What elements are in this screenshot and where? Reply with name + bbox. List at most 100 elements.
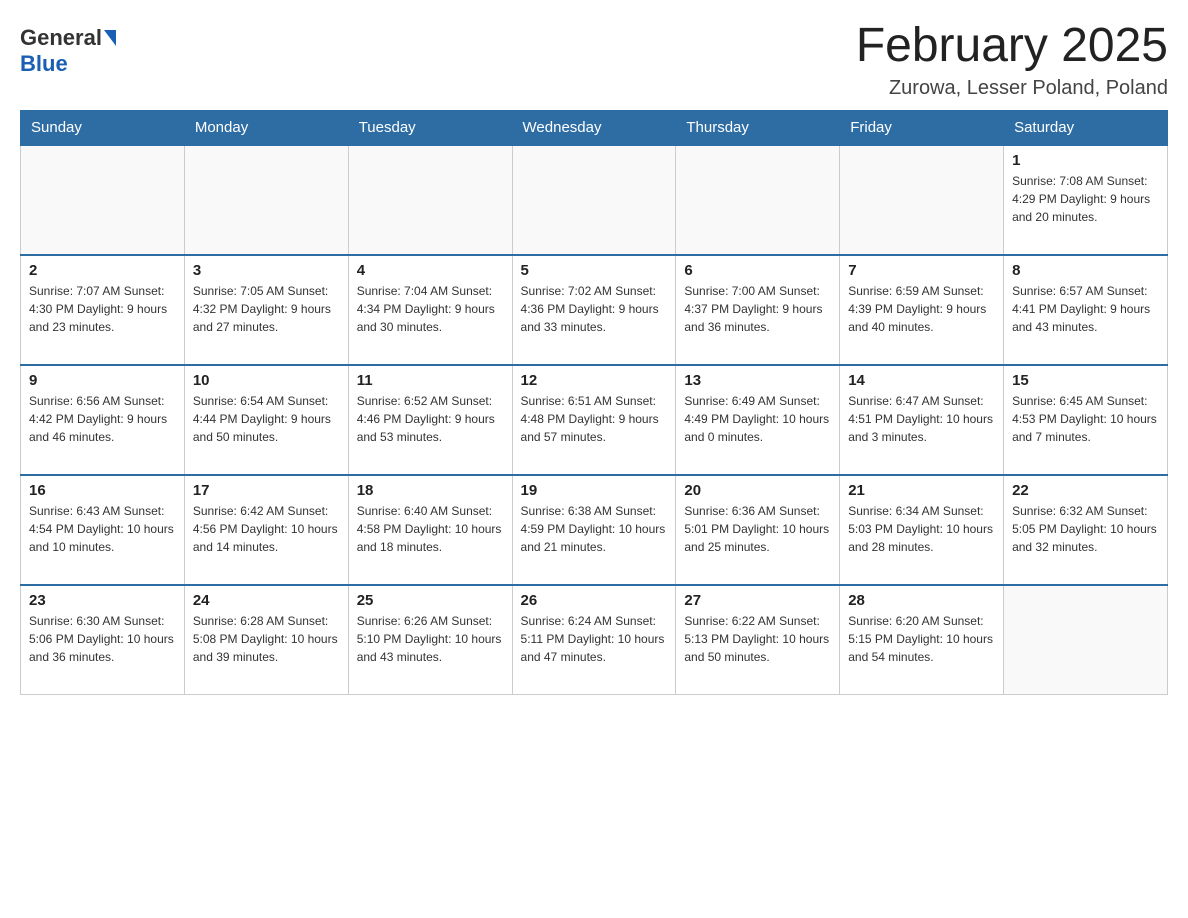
day-number: 13: [684, 372, 831, 389]
calendar-cell: 19 Sunrise: 6:38 AM Sunset: 4:59 PM Dayli…: [512, 475, 676, 585]
day-info: Sunrise: 7:07 AM Sunset: 4:30 PM Dayligh…: [29, 282, 176, 336]
day-info: Sunrise: 6:38 AM Sunset: 4:59 PM Dayligh…: [521, 502, 668, 556]
calendar-cell: 27 Sunrise: 6:22 AM Sunset: 5:13 PM Dayli…: [676, 585, 840, 695]
day-number: 21: [848, 482, 995, 499]
day-number: 18: [357, 482, 504, 499]
calendar-cell: 11 Sunrise: 6:52 AM Sunset: 4:46 PM Dayli…: [348, 365, 512, 475]
day-info: Sunrise: 6:30 AM Sunset: 5:06 PM Dayligh…: [29, 612, 176, 666]
page-header: General Blue February 2025 Zurowa, Lesse…: [20, 20, 1168, 100]
calendar-cell: 28 Sunrise: 6:20 AM Sunset: 5:15 PM Dayli…: [840, 585, 1004, 695]
day-number: 14: [848, 372, 995, 389]
day-info: Sunrise: 6:49 AM Sunset: 4:49 PM Dayligh…: [684, 392, 831, 446]
day-info: Sunrise: 6:59 AM Sunset: 4:39 PM Dayligh…: [848, 282, 995, 336]
calendar-cell: 8 Sunrise: 6:57 AM Sunset: 4:41 PM Daylig…: [1004, 255, 1168, 365]
calendar-cell: [676, 145, 840, 255]
logo: General Blue: [20, 20, 116, 77]
day-number: 8: [1012, 262, 1159, 279]
calendar-cell: 10Sunrise: 6:54 AM Sunset: 4:44 PM Dayli…: [184, 365, 348, 475]
day-number: 6: [684, 262, 831, 279]
day-number: 17: [193, 482, 340, 499]
day-number: 15: [1012, 372, 1159, 389]
day-number: 4: [357, 262, 504, 279]
day-info: Sunrise: 6:32 AM Sunset: 5:05 PM Dayligh…: [1012, 502, 1159, 556]
calendar-cell: 14 Sunrise: 6:47 AM Sunset: 4:51 PM Dayli…: [840, 365, 1004, 475]
day-number: 2: [29, 262, 176, 279]
logo-general: General: [20, 25, 102, 51]
day-info: Sunrise: 6:34 AM Sunset: 5:03 PM Dayligh…: [848, 502, 995, 556]
calendar-cell: 4 Sunrise: 7:04 AM Sunset: 4:34 PM Daylig…: [348, 255, 512, 365]
calendar-cell: 17Sunrise: 6:42 AM Sunset: 4:56 PM Dayli…: [184, 475, 348, 585]
calendar-cell: 24Sunrise: 6:28 AM Sunset: 5:08 PM Dayli…: [184, 585, 348, 695]
day-info: Sunrise: 6:40 AM Sunset: 4:58 PM Dayligh…: [357, 502, 504, 556]
calendar-cell: [21, 145, 185, 255]
calendar-week-5: 23 Sunrise: 6:30 AM Sunset: 5:06 PM Dayli…: [21, 585, 1168, 695]
location-title: Zurowa, Lesser Poland, Poland: [856, 77, 1168, 100]
calendar-cell: 22Sunrise: 6:32 AM Sunset: 5:05 PM Dayli…: [1004, 475, 1168, 585]
day-info: Sunrise: 7:00 AM Sunset: 4:37 PM Dayligh…: [684, 282, 831, 336]
logo-arrow-icon: [104, 30, 116, 46]
day-number: 20: [684, 482, 831, 499]
calendar-cell: [512, 145, 676, 255]
calendar-cell: 15 Sunrise: 6:45 AM Sunset: 4:53 PM Dayli…: [1004, 365, 1168, 475]
calendar-cell: 25Sunrise: 6:26 AM Sunset: 5:10 PM Dayli…: [348, 585, 512, 695]
calendar-cell: 9 Sunrise: 6:56 AM Sunset: 4:42 PM Daylig…: [21, 365, 185, 475]
calendar-cell: [184, 145, 348, 255]
calendar-cell: 2 Sunrise: 7:07 AM Sunset: 4:30 PM Daylig…: [21, 255, 185, 365]
calendar-cell: 13 Sunrise: 6:49 AM Sunset: 4:49 PM Dayli…: [676, 365, 840, 475]
day-number: 3: [193, 262, 340, 279]
day-info: Sunrise: 7:04 AM Sunset: 4:34 PM Dayligh…: [357, 282, 504, 336]
calendar-cell: 1Sunrise: 7:08 AM Sunset: 4:29 PM Daylig…: [1004, 145, 1168, 255]
day-info: Sunrise: 6:56 AM Sunset: 4:42 PM Dayligh…: [29, 392, 176, 446]
day-number: 7: [848, 262, 995, 279]
calendar-cell: 18 Sunrise: 6:40 AM Sunset: 4:58 PM Dayli…: [348, 475, 512, 585]
calendar-cell: [840, 145, 1004, 255]
day-info: Sunrise: 7:05 AM Sunset: 4:32 PM Dayligh…: [193, 282, 340, 336]
day-number: 19: [521, 482, 668, 499]
calendar-cell: 23 Sunrise: 6:30 AM Sunset: 5:06 PM Dayli…: [21, 585, 185, 695]
weekday-header-saturday: Saturday: [1004, 110, 1168, 145]
day-info: Sunrise: 6:20 AM Sunset: 5:15 PM Dayligh…: [848, 612, 995, 666]
calendar-week-2: 2 Sunrise: 7:07 AM Sunset: 4:30 PM Daylig…: [21, 255, 1168, 365]
day-number: 9: [29, 372, 176, 389]
month-title: February 2025: [856, 20, 1168, 73]
day-info: Sunrise: 6:51 AM Sunset: 4:48 PM Dayligh…: [521, 392, 668, 446]
calendar-cell: 26Sunrise: 6:24 AM Sunset: 5:11 PM Dayli…: [512, 585, 676, 695]
calendar-cell: [348, 145, 512, 255]
weekday-header-wednesday: Wednesday: [512, 110, 676, 145]
day-number: 16: [29, 482, 176, 499]
day-info: Sunrise: 6:36 AM Sunset: 5:01 PM Dayligh…: [684, 502, 831, 556]
calendar-week-3: 9 Sunrise: 6:56 AM Sunset: 4:42 PM Daylig…: [21, 365, 1168, 475]
day-number: 24: [193, 592, 340, 609]
logo-blue: Blue: [20, 51, 68, 76]
calendar-week-1: 1Sunrise: 7:08 AM Sunset: 4:29 PM Daylig…: [21, 145, 1168, 255]
day-number: 11: [357, 372, 504, 389]
day-info: Sunrise: 6:57 AM Sunset: 4:41 PM Dayligh…: [1012, 282, 1159, 336]
day-info: Sunrise: 6:52 AM Sunset: 4:46 PM Dayligh…: [357, 392, 504, 446]
calendar-table: SundayMondayTuesdayWednesdayThursdayFrid…: [20, 110, 1168, 696]
calendar-cell: [1004, 585, 1168, 695]
title-section: February 2025 Zurowa, Lesser Poland, Pol…: [856, 20, 1168, 100]
weekday-header-sunday: Sunday: [21, 110, 185, 145]
weekday-header-friday: Friday: [840, 110, 1004, 145]
day-number: 23: [29, 592, 176, 609]
day-number: 12: [521, 372, 668, 389]
weekday-header-monday: Monday: [184, 110, 348, 145]
day-info: Sunrise: 7:02 AM Sunset: 4:36 PM Dayligh…: [521, 282, 668, 336]
day-info: Sunrise: 6:43 AM Sunset: 4:54 PM Dayligh…: [29, 502, 176, 556]
day-info: Sunrise: 6:45 AM Sunset: 4:53 PM Dayligh…: [1012, 392, 1159, 446]
day-number: 5: [521, 262, 668, 279]
day-number: 27: [684, 592, 831, 609]
day-info: Sunrise: 6:26 AM Sunset: 5:10 PM Dayligh…: [357, 612, 504, 666]
day-number: 10: [193, 372, 340, 389]
day-number: 1: [1012, 152, 1159, 169]
day-number: 28: [848, 592, 995, 609]
calendar-cell: 20 Sunrise: 6:36 AM Sunset: 5:01 PM Dayli…: [676, 475, 840, 585]
day-info: Sunrise: 6:47 AM Sunset: 4:51 PM Dayligh…: [848, 392, 995, 446]
day-info: Sunrise: 6:22 AM Sunset: 5:13 PM Dayligh…: [684, 612, 831, 666]
calendar-week-4: 16 Sunrise: 6:43 AM Sunset: 4:54 PM Dayli…: [21, 475, 1168, 585]
calendar-cell: 7 Sunrise: 6:59 AM Sunset: 4:39 PM Daylig…: [840, 255, 1004, 365]
day-info: Sunrise: 6:24 AM Sunset: 5:11 PM Dayligh…: [521, 612, 668, 666]
calendar-cell: 21 Sunrise: 6:34 AM Sunset: 5:03 PM Dayli…: [840, 475, 1004, 585]
calendar-cell: 6 Sunrise: 7:00 AM Sunset: 4:37 PM Daylig…: [676, 255, 840, 365]
calendar-header-row: SundayMondayTuesdayWednesdayThursdayFrid…: [21, 110, 1168, 145]
